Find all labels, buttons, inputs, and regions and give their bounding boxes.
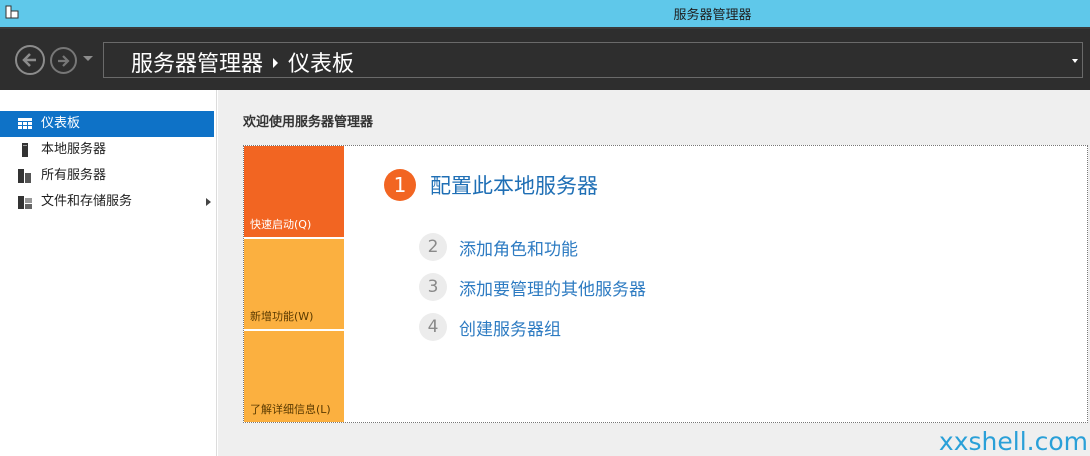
address-bar[interactable]: 服务器管理器 仪表板 bbox=[103, 42, 1083, 78]
sidebar-item-file-storage[interactable]: 文件和存储服务 bbox=[0, 189, 216, 215]
tile-label: 了解详细信息(L) bbox=[250, 403, 331, 416]
navigation-bar: 服务器管理器 仪表板 bbox=[0, 27, 1090, 90]
tile-column: 快速启动(Q) 新增功能(W) 了解详细信息(L) bbox=[244, 146, 344, 422]
step-number-badge: 1 bbox=[384, 169, 416, 201]
step-add-roles-features[interactable]: 2 添加角色和功能 bbox=[419, 233, 578, 261]
step-create-server-group[interactable]: 4 创建服务器组 bbox=[419, 313, 561, 341]
step-link[interactable]: 添加要管理的其他服务器 bbox=[459, 275, 646, 300]
sidebar-item-label: 本地服务器 bbox=[41, 142, 107, 157]
sidebar: 仪表板 本地服务器 所有服务器 文件和存储服务 bbox=[0, 90, 217, 456]
breadcrumb-separator-icon bbox=[273, 58, 279, 68]
step-number-badge: 3 bbox=[419, 273, 447, 301]
expand-arrow-icon[interactable] bbox=[206, 198, 211, 206]
server-icon bbox=[22, 143, 28, 157]
step-number-badge: 4 bbox=[419, 313, 447, 341]
tile-learn-more[interactable]: 了解详细信息(L) bbox=[244, 331, 344, 422]
sidebar-item-local-server[interactable]: 本地服务器 bbox=[0, 137, 216, 163]
breadcrumb-current: 仪表板 bbox=[288, 52, 355, 77]
history-dropdown-icon[interactable] bbox=[83, 56, 93, 61]
step-link[interactable]: 配置此本地服务器 bbox=[430, 170, 598, 200]
welcome-heading: 欢迎使用服务器管理器 bbox=[243, 115, 374, 130]
address-dropdown-icon[interactable] bbox=[1072, 59, 1078, 63]
watermark: xxshell.com bbox=[938, 427, 1088, 456]
sidebar-item-label: 仪表板 bbox=[41, 116, 81, 131]
file-storage-icon bbox=[18, 196, 32, 209]
tile-whats-new[interactable]: 新增功能(W) bbox=[244, 239, 344, 329]
step-link[interactable]: 添加角色和功能 bbox=[459, 235, 578, 260]
back-arrow-icon bbox=[22, 53, 36, 67]
sidebar-item-all-servers[interactable]: 所有服务器 bbox=[0, 163, 216, 189]
tile-label: 新增功能(W) bbox=[250, 310, 314, 323]
breadcrumb: 服务器管理器 仪表板 bbox=[131, 46, 354, 78]
sidebar-item-dashboard[interactable]: 仪表板 bbox=[0, 111, 214, 137]
breadcrumb-root[interactable]: 服务器管理器 bbox=[131, 52, 263, 77]
window-title: 服务器管理器 bbox=[673, 8, 752, 23]
servers-icon bbox=[18, 169, 31, 183]
forward-arrow-icon bbox=[57, 54, 70, 67]
main-content: 欢迎使用服务器管理器 快速启动(Q) 新增功能(W) 了解详细信息(L) 1 配… bbox=[218, 90, 1090, 456]
quick-start-panel: 快速启动(Q) 新增功能(W) 了解详细信息(L) 1 配置此本地服务器 2 添… bbox=[243, 145, 1088, 423]
step-add-other-servers[interactable]: 3 添加要管理的其他服务器 bbox=[419, 273, 646, 301]
sidebar-item-label: 所有服务器 bbox=[41, 168, 107, 183]
back-button[interactable] bbox=[15, 45, 45, 75]
tile-label: 快速启动(Q) bbox=[250, 218, 312, 231]
step-link[interactable]: 创建服务器组 bbox=[459, 315, 561, 340]
title-bar: 服务器管理器 bbox=[0, 0, 1090, 27]
tile-quick-start[interactable]: 快速启动(Q) bbox=[244, 146, 344, 237]
sidebar-item-label: 文件和存储服务 bbox=[41, 194, 133, 209]
dashboard-icon bbox=[18, 118, 32, 129]
step-number-badge: 2 bbox=[419, 233, 447, 261]
forward-button[interactable] bbox=[50, 47, 77, 74]
step-configure-local-server[interactable]: 1 配置此本地服务器 bbox=[384, 168, 598, 202]
